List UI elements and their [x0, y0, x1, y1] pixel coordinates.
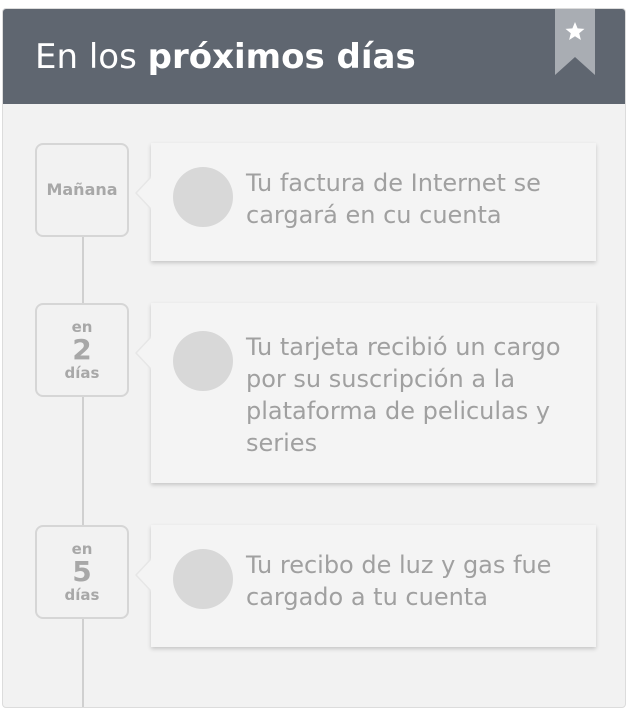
star-icon [555, 9, 595, 75]
badge-number: 2 [72, 333, 92, 366]
upcoming-events-card: En los próximos días Mañana Tu factura d… [2, 8, 626, 708]
timeline-event-card[interactable]: Tu recibo de luz y gas fue cargado a tu … [135, 525, 596, 647]
bookmark-ribbon[interactable] [555, 9, 595, 75]
card-title: En los próximos días [35, 37, 416, 77]
event-text: Tu tarjeta recibió un cargo por su suscr… [246, 333, 561, 457]
badge-label: Mañana [46, 180, 118, 199]
timeline-event-card[interactable]: Tu tarjeta recibió un cargo por su suscr… [135, 303, 596, 483]
avatar [173, 331, 233, 391]
timeline-date-badge: en 2 días [35, 303, 129, 397]
card-pointer [137, 560, 151, 590]
card-header: En los próximos días [3, 9, 625, 104]
timeline-date-badge: Mañana [35, 143, 129, 237]
timeline-date-badge: en 5 días [35, 525, 129, 619]
title-normal-text: En los [35, 37, 148, 77]
avatar [173, 167, 233, 227]
title-bold-text: próximos días [147, 37, 416, 77]
card-pointer [137, 338, 151, 368]
timeline-event-card[interactable]: Tu factura de Internet se cargará en cu … [135, 143, 596, 261]
avatar [173, 549, 233, 609]
card-pointer [137, 178, 151, 208]
badge-number: 5 [72, 555, 92, 588]
badge-suffix: días [64, 364, 100, 382]
badge-suffix: días [64, 586, 100, 604]
event-text: Tu recibo de luz y gas fue cargado a tu … [246, 551, 552, 611]
event-text: Tu factura de Internet se cargará en cu … [246, 169, 541, 229]
